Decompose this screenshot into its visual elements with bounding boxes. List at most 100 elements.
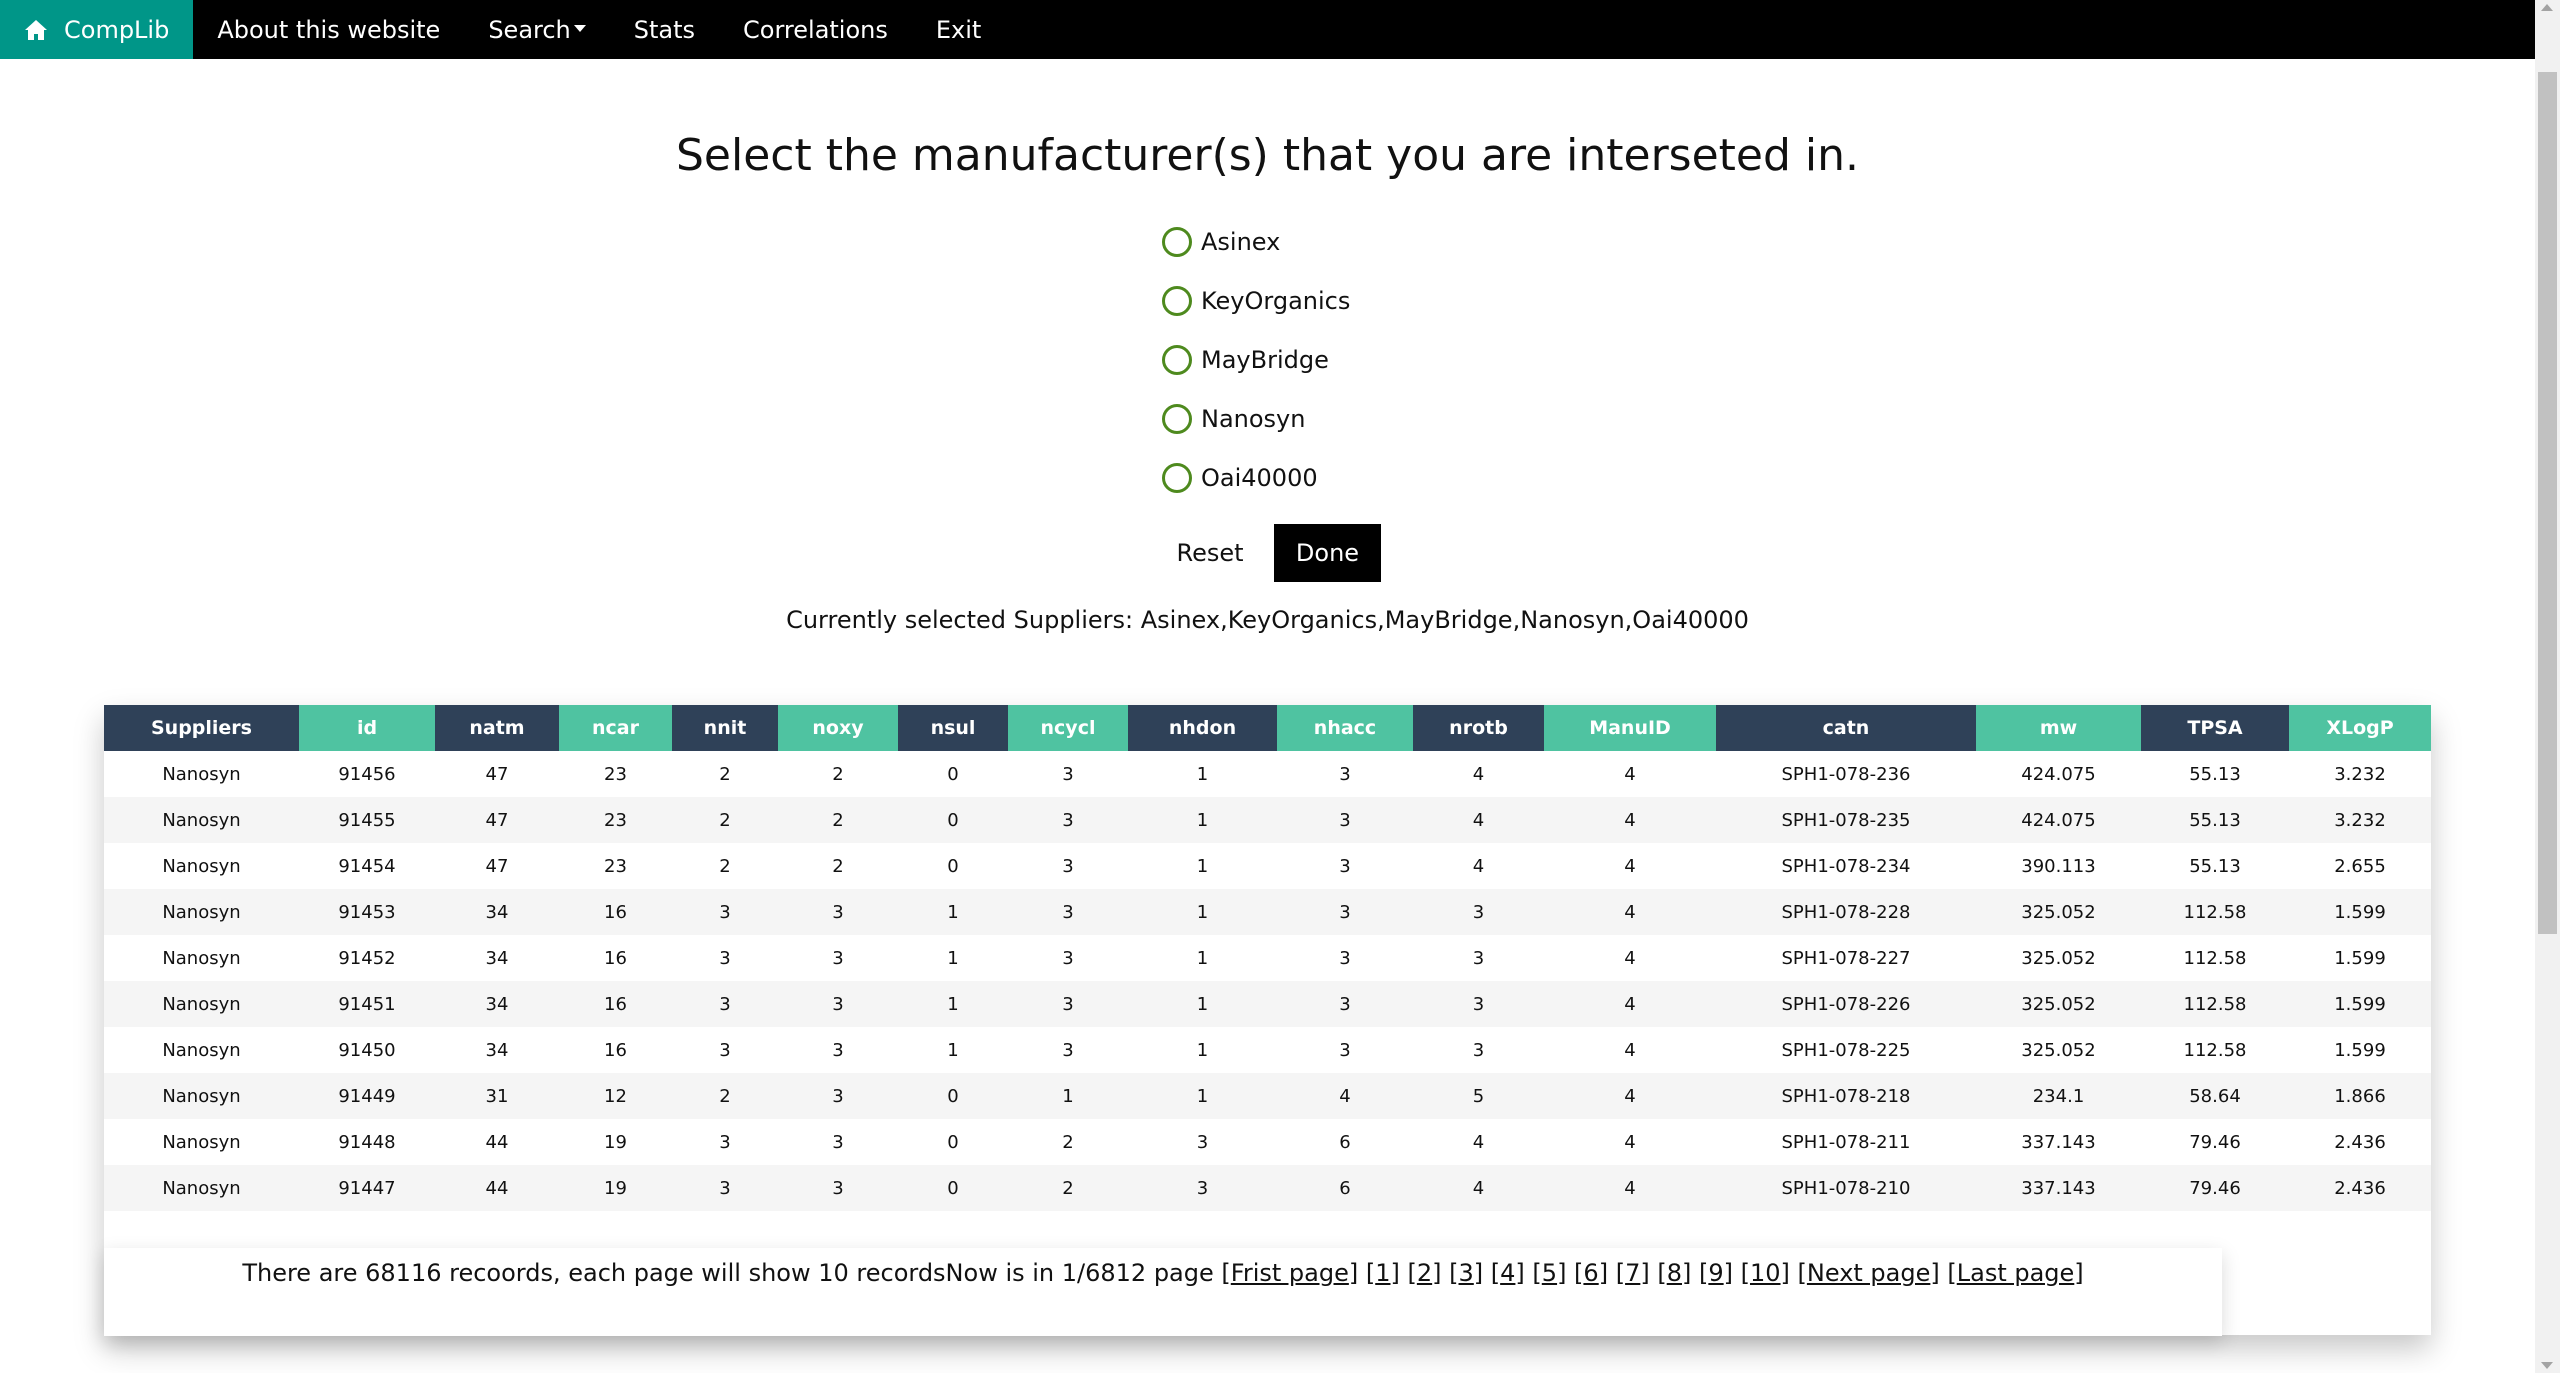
table-cell: 5 xyxy=(1413,1073,1544,1119)
table-cell: 1.599 xyxy=(2289,981,2431,1027)
table-cell: 16 xyxy=(559,981,672,1027)
pagination-bar: There are 68116 recoords, each page will… xyxy=(104,1248,2222,1336)
table-cell: 3.232 xyxy=(2289,797,2431,843)
table-cell: 4 xyxy=(1544,1027,1716,1073)
done-button[interactable]: Done xyxy=(1274,524,1381,582)
radio-circle-icon[interactable] xyxy=(1162,226,1192,257)
table-cell: 4 xyxy=(1544,889,1716,935)
nav-about[interactable]: About this website xyxy=(193,0,464,59)
table-row: Nanosyn 91454 47 23 2 2 0 3 1 3 4 4 SPH1-078-234 390.… xyxy=(104,843,2431,889)
table-cell: 4 xyxy=(1413,1119,1544,1165)
table-cell: 16 xyxy=(559,1027,672,1073)
table-cell: 1.599 xyxy=(2289,935,2431,981)
table-cell: 4 xyxy=(1544,751,1716,797)
table-cell: SPH1-078-234 xyxy=(1716,843,1976,889)
page-link-6[interactable]: 6 xyxy=(1583,1259,1598,1287)
results-table: Suppliers id natm ncar nnit noxy nsul nc… xyxy=(104,705,2431,1211)
table-cell: 3 xyxy=(672,1119,778,1165)
page-link-5[interactable]: 5 xyxy=(1542,1259,1557,1287)
radio-circle-icon[interactable] xyxy=(1162,403,1192,434)
table-cell: 112.58 xyxy=(2141,889,2289,935)
radio-circle-icon[interactable] xyxy=(1162,462,1192,493)
scrollbar-thumb[interactable] xyxy=(2538,72,2557,934)
page-link-7[interactable]: 7 xyxy=(1625,1259,1640,1287)
option-maybridge[interactable]: MayBridge xyxy=(1162,330,1350,389)
table-cell: SPH1-078-210 xyxy=(1716,1165,1976,1211)
table-cell: 337.143 xyxy=(1976,1165,2141,1211)
table-row: Nanosyn 91451 34 16 3 3 1 3 1 3 3 4 SPH1-078-226 325.… xyxy=(104,981,2431,1027)
scroll-down-arrow-icon[interactable] xyxy=(2541,1362,2553,1369)
option-keyorganics[interactable]: KeyOrganics xyxy=(1162,271,1350,330)
table-cell: 325.052 xyxy=(1976,889,2141,935)
nav-search-dropdown[interactable]: Search xyxy=(464,0,609,59)
reset-button[interactable]: Reset xyxy=(1160,524,1260,582)
last-page-link[interactable]: Last page xyxy=(1957,1259,2075,1287)
nav-correlations-label: Correlations xyxy=(743,15,888,44)
table-cell: 47 xyxy=(435,843,559,889)
option-label: Nanosyn xyxy=(1201,404,1306,433)
table-cell: 4 xyxy=(1544,1165,1716,1211)
table-cell: 4 xyxy=(1413,843,1544,889)
table-cell: Nanosyn xyxy=(104,797,299,843)
page-link-9[interactable]: 9 xyxy=(1708,1259,1723,1287)
table-cell: 3 xyxy=(672,1027,778,1073)
pagination-info: There are 68116 recoords, each page will… xyxy=(242,1259,1222,1287)
page-link-2[interactable]: 2 xyxy=(1417,1259,1432,1287)
option-asinex[interactable]: Asinex xyxy=(1162,212,1350,271)
nav-stats[interactable]: Stats xyxy=(610,0,719,59)
page-link-10[interactable]: 10 xyxy=(1750,1259,1781,1287)
table-cell: 3 xyxy=(778,1119,898,1165)
column-header: nhacc xyxy=(1277,705,1413,751)
table-row: Nanosyn 91448 44 19 3 3 0 2 3 6 4 4 SPH1-078-211 337.… xyxy=(104,1119,2431,1165)
table-cell: 1 xyxy=(1128,889,1277,935)
table-row: Nanosyn 91450 34 16 3 3 1 3 1 3 3 4 SPH1-078-225 325.… xyxy=(104,1027,2431,1073)
table-cell: 4 xyxy=(1544,797,1716,843)
scroll-up-arrow-icon[interactable] xyxy=(2541,4,2553,11)
table-cell: 3 xyxy=(1008,751,1128,797)
column-header: ncar xyxy=(559,705,672,751)
page-link-8[interactable]: 8 xyxy=(1667,1259,1682,1287)
nav-exit[interactable]: Exit xyxy=(912,0,1005,59)
table-cell: 3 xyxy=(1277,751,1413,797)
table-cell: 4 xyxy=(1544,981,1716,1027)
vertical-scrollbar[interactable] xyxy=(2535,0,2560,1373)
page-link-3[interactable]: 3 xyxy=(1459,1259,1474,1287)
option-oai40000[interactable]: Oai40000 xyxy=(1162,448,1350,507)
table-cell: SPH1-078-236 xyxy=(1716,751,1976,797)
table-row: Nanosyn 91452 34 16 3 3 1 3 1 3 3 4 SPH1-078-227 325.… xyxy=(104,935,2431,981)
radio-circle-icon[interactable] xyxy=(1162,344,1192,375)
table-cell: 3 xyxy=(1413,889,1544,935)
table-cell: 47 xyxy=(435,797,559,843)
table-cell: 16 xyxy=(559,889,672,935)
next-page-link[interactable]: Next page xyxy=(1807,1259,1930,1287)
table-cell: 1 xyxy=(898,935,1008,981)
table-cell: 1 xyxy=(1008,1073,1128,1119)
table-cell: 3 xyxy=(1008,935,1128,981)
page-link-1[interactable]: 1 xyxy=(1375,1259,1390,1287)
table-cell: 91449 xyxy=(299,1073,435,1119)
option-nanosyn[interactable]: Nanosyn xyxy=(1162,389,1350,448)
table-cell: 47 xyxy=(435,751,559,797)
nav-home-brand[interactable]: CompLib xyxy=(0,0,194,59)
column-header: nnit xyxy=(672,705,778,751)
table-cell: 2.655 xyxy=(2289,843,2431,889)
table-cell: 3 xyxy=(778,1165,898,1211)
column-header: mw xyxy=(1976,705,2141,751)
radio-circle-icon[interactable] xyxy=(1162,285,1192,316)
first-page-link[interactable]: Frist page xyxy=(1231,1259,1349,1287)
table-row: Nanosyn 91455 47 23 2 2 0 3 1 3 4 4 SPH1-078-235 424.… xyxy=(104,797,2431,843)
table-cell: 390.113 xyxy=(1976,843,2141,889)
selected-suppliers-text: Currently selected Suppliers: Asinex,Key… xyxy=(786,606,1749,634)
table-cell: 3 xyxy=(672,889,778,935)
page-link-4[interactable]: 4 xyxy=(1500,1259,1515,1287)
table-cell: 4 xyxy=(1413,751,1544,797)
table-cell: 2 xyxy=(672,797,778,843)
table-cell: 0 xyxy=(898,843,1008,889)
table-cell: 91448 xyxy=(299,1119,435,1165)
table-cell: 34 xyxy=(435,935,559,981)
table-cell: 3 xyxy=(778,889,898,935)
table-cell: 55.13 xyxy=(2141,751,2289,797)
nav-correlations[interactable]: Correlations xyxy=(719,0,912,59)
option-label: MayBridge xyxy=(1201,345,1329,374)
table-cell: 2 xyxy=(1008,1165,1128,1211)
